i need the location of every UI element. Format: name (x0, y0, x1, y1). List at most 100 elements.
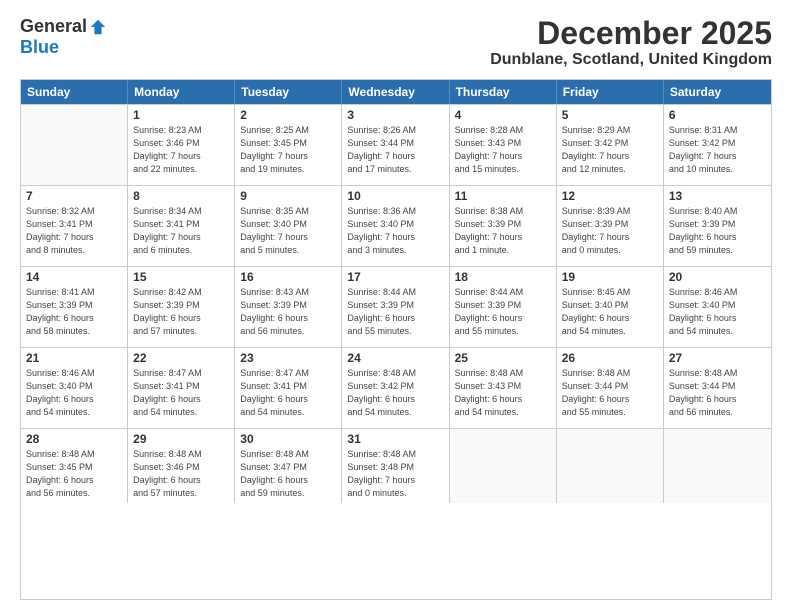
day-number: 30 (240, 432, 336, 446)
day-info: Sunrise: 8:47 AMSunset: 3:41 PMDaylight:… (240, 367, 336, 419)
day-number: 19 (562, 270, 658, 284)
day-cell-6: 6 Sunrise: 8:31 AMSunset: 3:42 PMDaylight… (664, 105, 771, 185)
day-number: 14 (26, 270, 122, 284)
empty-cell (557, 429, 664, 503)
day-cell-28: 28 Sunrise: 8:48 AMSunset: 3:45 PMDayligh… (21, 429, 128, 503)
day-cell-24: 24 Sunrise: 8:48 AMSunset: 3:42 PMDayligh… (342, 348, 449, 428)
day-number: 7 (26, 189, 122, 203)
empty-cell (21, 105, 128, 185)
day-info: Sunrise: 8:48 AMSunset: 3:44 PMDaylight:… (562, 367, 658, 419)
day-info: Sunrise: 8:48 AMSunset: 3:44 PMDaylight:… (669, 367, 766, 419)
location: Dunblane, Scotland, United Kingdom (490, 51, 772, 69)
day-cell-1: 1Sunrise: 8:23 AMSunset: 3:46 PMDaylight… (128, 105, 235, 185)
day-number: 31 (347, 432, 443, 446)
day-cell-31: 31 Sunrise: 8:48 AMSunset: 3:48 PMDayligh… (342, 429, 449, 503)
day-cell-7: 7 Sunrise: 8:32 AMSunset: 3:41 PMDaylight… (21, 186, 128, 266)
month-title: December 2025 (490, 16, 772, 51)
empty-cell (450, 429, 557, 503)
calendar-row-3: 14 Sunrise: 8:41 AMSunset: 3:39 PMDayligh… (21, 266, 771, 347)
header-day-friday: Friday (557, 80, 664, 104)
day-number: 21 (26, 351, 122, 365)
logo-icon (89, 18, 107, 36)
day-number: 13 (669, 189, 766, 203)
day-info: Sunrise: 8:31 AMSunset: 3:42 PMDaylight:… (669, 124, 766, 176)
day-number: 16 (240, 270, 336, 284)
day-number: 4 (455, 108, 551, 122)
day-cell-25: 25Sunrise: 8:48 AMSunset: 3:43 PMDayligh… (450, 348, 557, 428)
day-number: 28 (26, 432, 122, 446)
day-number: 26 (562, 351, 658, 365)
header-day-sunday: Sunday (21, 80, 128, 104)
header: General Blue December 2025 Dunblane, Sco… (20, 16, 772, 69)
day-number: 22 (133, 351, 229, 365)
day-number: 5 (562, 108, 658, 122)
logo: General Blue (20, 16, 107, 58)
day-info: Sunrise: 8:40 AMSunset: 3:39 PMDaylight:… (669, 205, 766, 257)
day-info: Sunrise: 8:34 AMSunset: 3:41 PMDaylight:… (133, 205, 229, 257)
day-number: 29 (133, 432, 229, 446)
day-cell-17: 17Sunrise: 8:44 AMSunset: 3:39 PMDayligh… (342, 267, 449, 347)
day-cell-19: 19 Sunrise: 8:45 AMSunset: 3:40 PMDayligh… (557, 267, 664, 347)
day-info: Sunrise: 8:41 AMSunset: 3:39 PMDaylight:… (26, 286, 122, 338)
day-cell-16: 16 Sunrise: 8:43 AMSunset: 3:39 PMDayligh… (235, 267, 342, 347)
day-info: Sunrise: 8:23 AMSunset: 3:46 PMDaylight:… (133, 124, 229, 176)
day-info: Sunrise: 8:45 AMSunset: 3:40 PMDaylight:… (562, 286, 658, 338)
day-info: Sunrise: 8:35 AMSunset: 3:40 PMDaylight:… (240, 205, 336, 257)
day-cell-20: 20 Sunrise: 8:46 AMSunset: 3:40 PMDayligh… (664, 267, 771, 347)
day-cell-14: 14 Sunrise: 8:41 AMSunset: 3:39 PMDayligh… (21, 267, 128, 347)
day-number: 2 (240, 108, 336, 122)
day-number: 11 (455, 189, 551, 203)
day-cell-18: 18 Sunrise: 8:44 AMSunset: 3:39 PMDayligh… (450, 267, 557, 347)
day-info: Sunrise: 8:48 AMSunset: 3:48 PMDaylight:… (347, 448, 443, 500)
day-cell-5: 5 Sunrise: 8:29 AMSunset: 3:42 PMDaylight… (557, 105, 664, 185)
day-number: 12 (562, 189, 658, 203)
header-day-tuesday: Tuesday (235, 80, 342, 104)
day-info: Sunrise: 8:39 AMSunset: 3:39 PMDaylight:… (562, 205, 658, 257)
day-info: Sunrise: 8:32 AMSunset: 3:41 PMDaylight:… (26, 205, 122, 257)
header-day-saturday: Saturday (664, 80, 771, 104)
day-info: Sunrise: 8:48 AMSunset: 3:43 PMDaylight:… (455, 367, 551, 419)
day-number: 15 (133, 270, 229, 284)
title-block: December 2025 Dunblane, Scotland, United… (490, 16, 772, 69)
day-number: 18 (455, 270, 551, 284)
day-info: Sunrise: 8:36 AMSunset: 3:40 PMDaylight:… (347, 205, 443, 257)
day-info: Sunrise: 8:46 AMSunset: 3:40 PMDaylight:… (26, 367, 122, 419)
day-cell-13: 13 Sunrise: 8:40 AMSunset: 3:39 PMDayligh… (664, 186, 771, 266)
logo-blue: Blue (20, 37, 59, 58)
day-cell-30: 30Sunrise: 8:48 AMSunset: 3:47 PMDayligh… (235, 429, 342, 503)
calendar-page: General Blue December 2025 Dunblane, Sco… (0, 0, 792, 612)
day-cell-21: 21 Sunrise: 8:46 AMSunset: 3:40 PMDayligh… (21, 348, 128, 428)
day-cell-22: 22Sunrise: 8:47 AMSunset: 3:41 PMDayligh… (128, 348, 235, 428)
day-info: Sunrise: 8:42 AMSunset: 3:39 PMDaylight:… (133, 286, 229, 338)
calendar-row-2: 7 Sunrise: 8:32 AMSunset: 3:41 PMDaylight… (21, 185, 771, 266)
day-number: 6 (669, 108, 766, 122)
day-info: Sunrise: 8:48 AMSunset: 3:45 PMDaylight:… (26, 448, 122, 500)
day-info: Sunrise: 8:48 AMSunset: 3:42 PMDaylight:… (347, 367, 443, 419)
day-cell-10: 10 Sunrise: 8:36 AMSunset: 3:40 PMDayligh… (342, 186, 449, 266)
day-cell-11: 11 Sunrise: 8:38 AMSunset: 3:39 PMDayligh… (450, 186, 557, 266)
logo-general: General (20, 16, 87, 37)
day-number: 10 (347, 189, 443, 203)
day-cell-29: 29 Sunrise: 8:48 AMSunset: 3:46 PMDayligh… (128, 429, 235, 503)
day-info: Sunrise: 8:48 AMSunset: 3:46 PMDaylight:… (133, 448, 229, 500)
day-cell-4: 4Sunrise: 8:28 AMSunset: 3:43 PMDaylight… (450, 105, 557, 185)
day-info: Sunrise: 8:44 AMSunset: 3:39 PMDaylight:… (347, 286, 443, 338)
day-cell-3: 3 Sunrise: 8:26 AMSunset: 3:44 PMDaylight… (342, 105, 449, 185)
day-cell-8: 8Sunrise: 8:34 AMSunset: 3:41 PMDaylight… (128, 186, 235, 266)
day-info: Sunrise: 8:43 AMSunset: 3:39 PMDaylight:… (240, 286, 336, 338)
day-info: Sunrise: 8:26 AMSunset: 3:44 PMDaylight:… (347, 124, 443, 176)
day-number: 3 (347, 108, 443, 122)
calendar-row-1: 1Sunrise: 8:23 AMSunset: 3:46 PMDaylight… (21, 104, 771, 185)
day-number: 20 (669, 270, 766, 284)
day-number: 24 (347, 351, 443, 365)
day-info: Sunrise: 8:46 AMSunset: 3:40 PMDaylight:… (669, 286, 766, 338)
day-info: Sunrise: 8:44 AMSunset: 3:39 PMDaylight:… (455, 286, 551, 338)
day-cell-9: 9Sunrise: 8:35 AMSunset: 3:40 PMDaylight… (235, 186, 342, 266)
empty-cell (664, 429, 771, 503)
day-info: Sunrise: 8:38 AMSunset: 3:39 PMDaylight:… (455, 205, 551, 257)
calendar-header: SundayMondayTuesdayWednesdayThursdayFrid… (21, 80, 771, 104)
day-info: Sunrise: 8:29 AMSunset: 3:42 PMDaylight:… (562, 124, 658, 176)
calendar: SundayMondayTuesdayWednesdayThursdayFrid… (20, 79, 772, 600)
day-cell-12: 12 Sunrise: 8:39 AMSunset: 3:39 PMDayligh… (557, 186, 664, 266)
day-cell-23: 23Sunrise: 8:47 AMSunset: 3:41 PMDayligh… (235, 348, 342, 428)
